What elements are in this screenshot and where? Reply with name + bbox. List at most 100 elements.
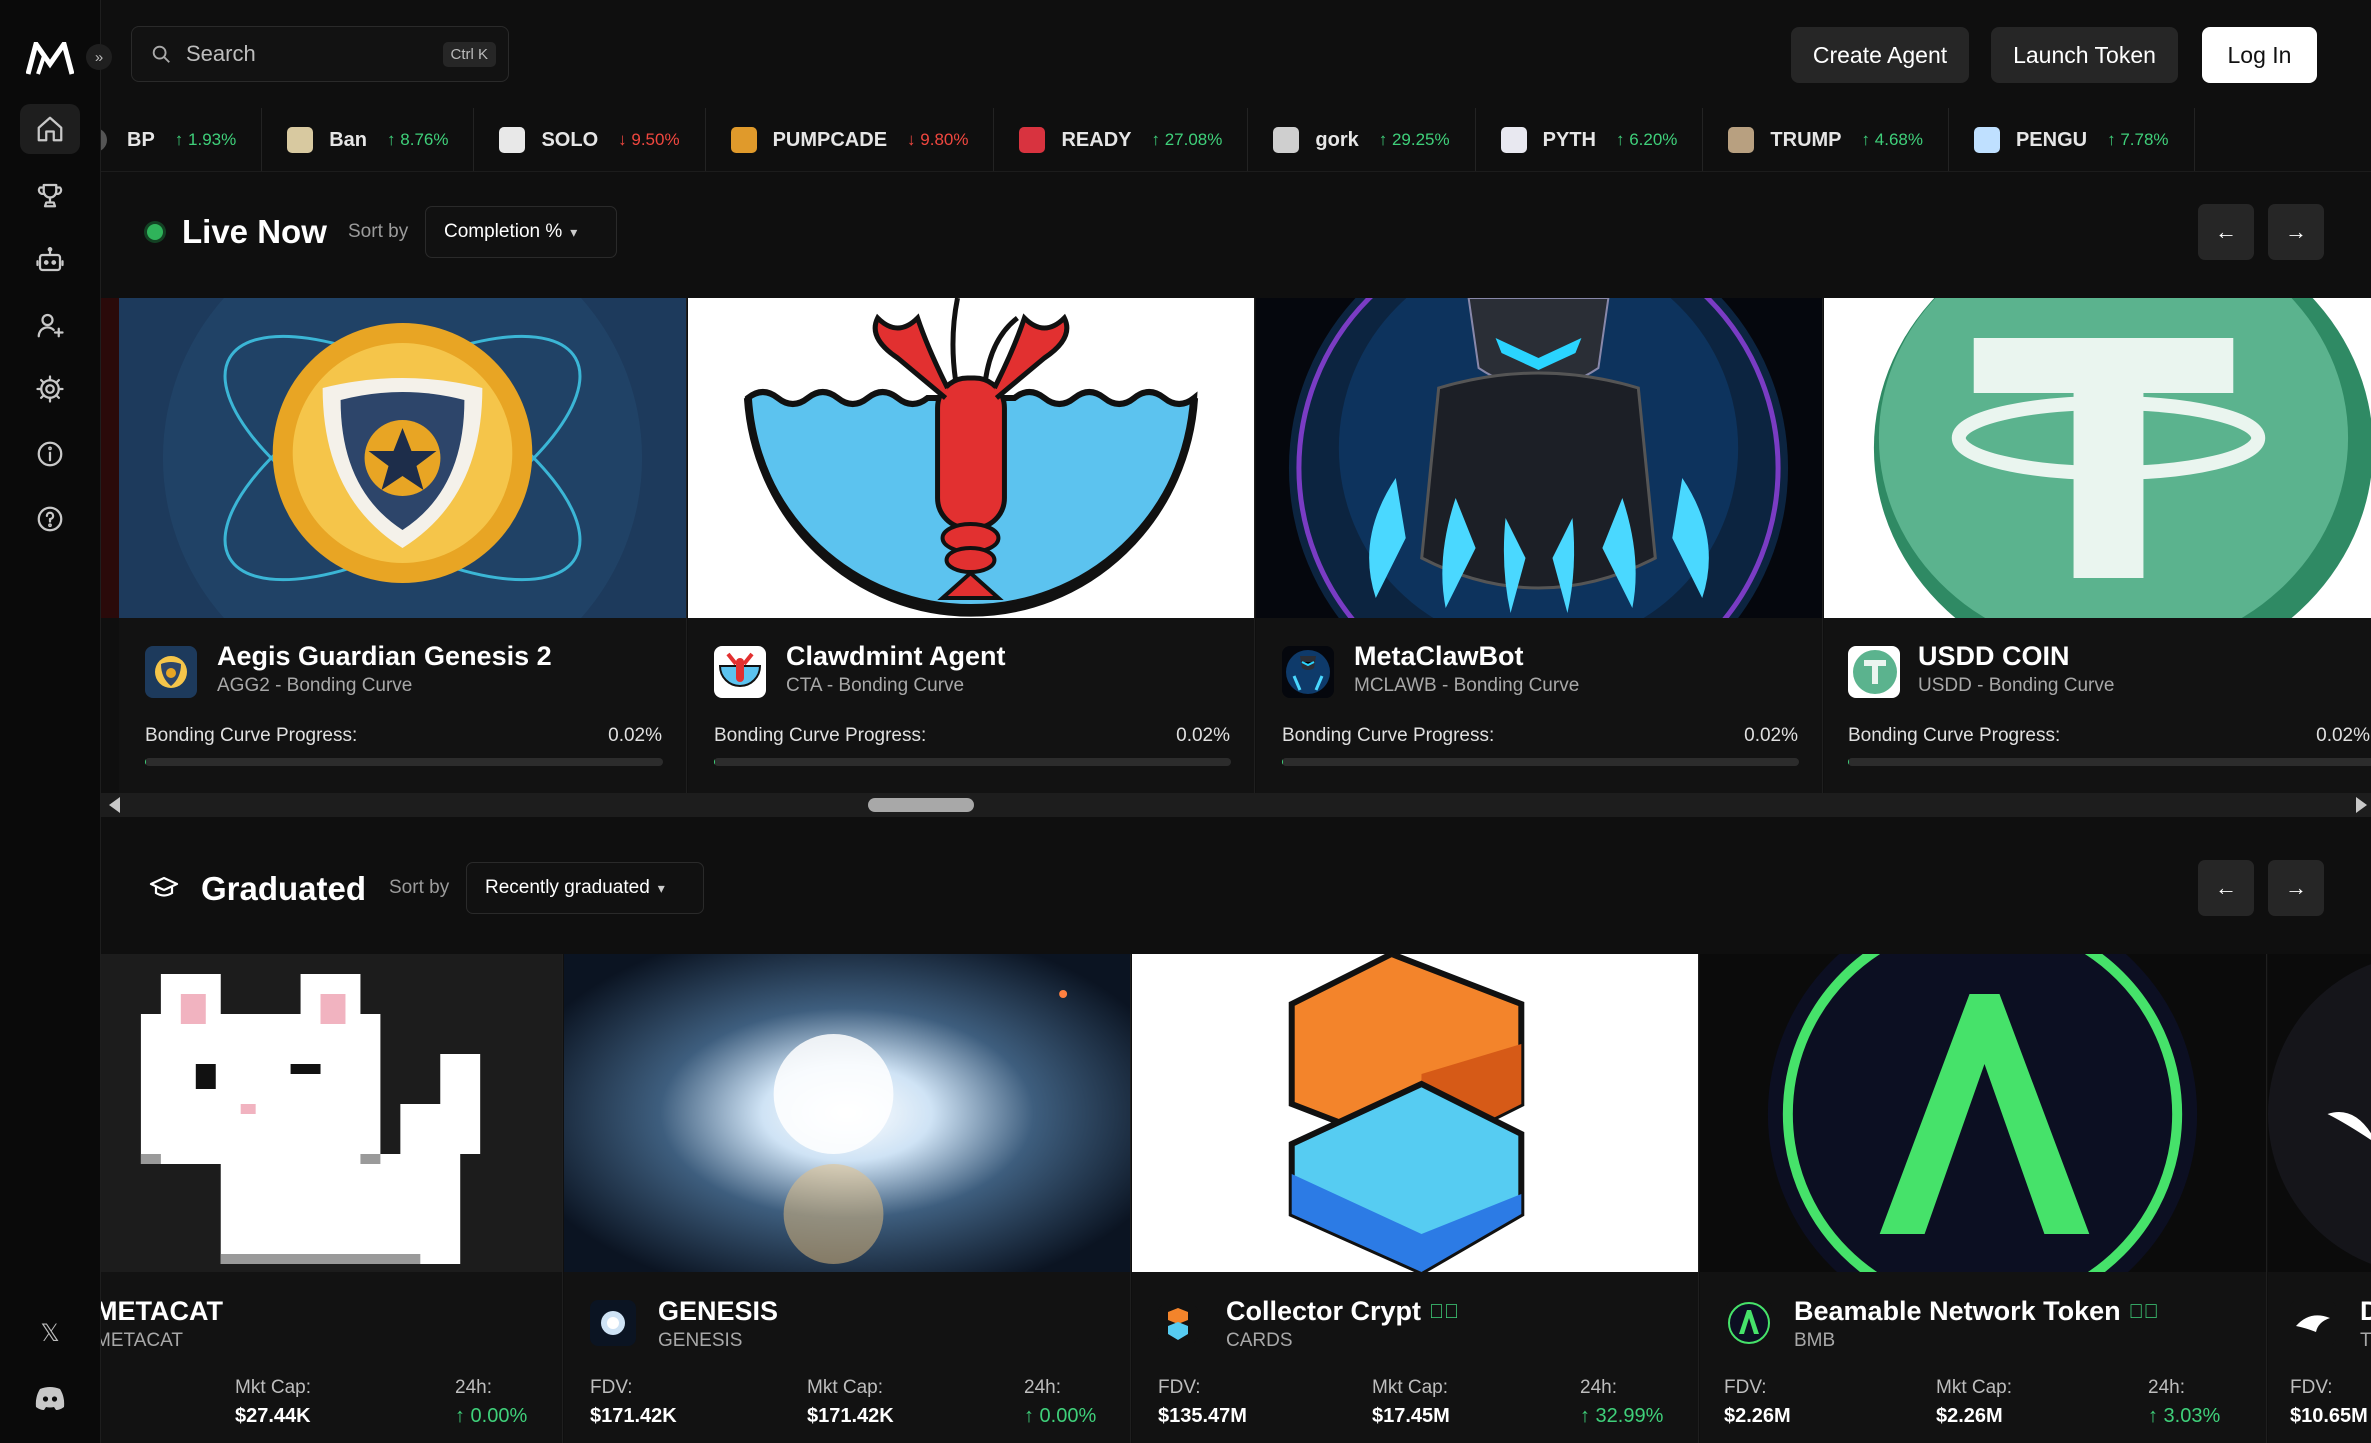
ticker-item[interactable]: BP ↑ 1.93%	[127, 108, 263, 171]
ticker-item[interactable]: gork ↑ 29.25%	[1248, 108, 1476, 171]
live-cards-carousel: Aegis Guardian Genesis 2 AGG2 - Bonding …	[101, 298, 2371, 793]
fdv-value: $135.47M	[1158, 1405, 1247, 1427]
arrow-left-icon: ←	[2215, 219, 2237, 244]
login-button[interactable]: Log In	[2202, 27, 2317, 83]
launch-token-button[interactable]: Launch Token	[1991, 27, 2178, 83]
user-add-icon	[37, 313, 64, 338]
nav-profile[interactable]	[20, 300, 80, 350]
token-name: GENESIS	[658, 1296, 779, 1326]
graduated-next-button[interactable]: →	[2268, 860, 2324, 916]
logo-icon[interactable]	[26, 42, 74, 76]
ticker-change-value: 29.25%	[1391, 130, 1450, 149]
token-subtitle: CTA - Bonding Curve	[786, 675, 965, 696]
scroll-right-arrow-icon[interactable]	[2356, 797, 2367, 813]
token-name: METACAT	[101, 1296, 223, 1326]
nav-settings[interactable]	[20, 364, 80, 414]
sort-by-label: Sort by	[389, 877, 450, 898]
progress-value: 0.02%	[608, 725, 662, 746]
sort-select-value: Completion %	[444, 221, 563, 242]
token-subtitle: CARDS	[1226, 1330, 1293, 1351]
token-image	[688, 298, 1254, 618]
live-next-button[interactable]: →	[2268, 204, 2324, 260]
nav-leaderboard[interactable]	[20, 170, 80, 220]
token-icon	[145, 646, 197, 698]
arrow-up-icon: ↑	[1615, 130, 1630, 149]
arrow-up-icon: ↑	[2107, 130, 2121, 149]
ticker-change: ↑ 8.76%	[387, 130, 448, 150]
token-image	[2268, 954, 2371, 1272]
nav-home[interactable]	[20, 104, 80, 154]
progress-label: Bonding Curve Progress:	[1282, 725, 1495, 746]
ticker-item[interactable]: PYTH ↑ 6.20%	[1476, 108, 1704, 171]
nav-agents[interactable]	[20, 235, 80, 285]
horizontal-scrollbar[interactable]	[101, 793, 2371, 817]
nav-info[interactable]	[20, 429, 80, 479]
token-icon	[714, 646, 766, 698]
search-input[interactable]: Search	[186, 41, 256, 67]
discord-icon[interactable]	[30, 1378, 70, 1418]
change-24h-label: 24h:	[1580, 1377, 1617, 1398]
graduation-cap-icon	[149, 876, 179, 897]
token-subtitle: MCLAWB - Bonding Curve	[1354, 675, 1580, 696]
arrow-up-icon: ↑	[1151, 130, 1165, 149]
arrow-down-icon: ↓	[907, 130, 921, 149]
token-icon	[1728, 127, 1755, 153]
arrow-up-icon: ↑	[1861, 130, 1875, 149]
arrow-up-icon: ↑	[387, 130, 401, 149]
sort-select[interactable]: Completion % ▾	[425, 206, 617, 258]
ticker-item[interactable]: READY ↑ 27.08%	[994, 108, 1249, 171]
section-title: Live Now	[182, 213, 327, 250]
fdv-value: $171.42K	[590, 1405, 677, 1427]
change-24h-label: 24h:	[455, 1377, 492, 1398]
mktcap-value: $27.44K	[235, 1405, 311, 1427]
token-name: USDD COIN	[1918, 641, 2070, 671]
live-card[interactable]: USDD COIN USDD - Bonding Curve Bonding C…	[1824, 298, 2371, 793]
fdv-label: FDV:	[2290, 1377, 2333, 1398]
ticker-change-value: 6.20%	[1629, 130, 1678, 149]
sort-select[interactable]: Recently graduated ▾	[466, 862, 704, 914]
token-name: Collector Crypt ✓⃝	[1226, 1296, 1459, 1327]
ticker-item[interactable]: SOLO ↓ 9.50%	[474, 108, 706, 171]
change-24h-value: ↑ 0.00%	[1024, 1405, 1097, 1427]
ticker-change: ↑ 1.93%	[175, 130, 236, 150]
live-card[interactable]: Aegis Guardian Genesis 2 AGG2 - Bonding …	[119, 298, 687, 793]
chevron-down-icon: ▾	[570, 223, 578, 240]
ticker-item[interactable]: PENGU ↑ 7.78%	[1949, 108, 2195, 171]
ticker-item[interactable]: PUMPCADE ↓ 9.80%	[706, 108, 995, 171]
robot-icon	[36, 247, 64, 272]
token-image	[1132, 954, 1698, 1272]
graduated-card[interactable]: D T FDV: $10.65M	[2268, 954, 2371, 1443]
live-card[interactable]: Clawdmint Agent CTA - Bonding Curve Bond…	[688, 298, 1255, 793]
graduated-card[interactable]: GENESIS GENESIS FDV: $171.42K Mkt Cap: $…	[564, 954, 1131, 1443]
x-twitter-icon[interactable]: 𝕏	[30, 1313, 70, 1353]
graduated-card[interactable]: Beamable Network Token ✓⃝ BMB FDV: $2.26M…	[1700, 954, 2267, 1443]
price-ticker: BP ↑ 1.93% Ban ↑ 8.76% SOLO ↓ 9.50% PUMPCADE ↓ …	[101, 108, 2371, 172]
mktcap-label: Mkt Cap:	[235, 1377, 312, 1398]
token-icon	[730, 127, 757, 153]
progress-bar	[714, 758, 1231, 766]
top-bar: Search Ctrl K Create Agent Launch Token …	[101, 0, 2371, 108]
ticker-item[interactable]: Ban ↑ 8.76%	[262, 108, 475, 171]
ticker-item[interactable]: TRUMP ↑ 4.68%	[1703, 108, 1949, 171]
token-name: MetaClawBot	[1354, 641, 1524, 671]
scroll-left-arrow-icon[interactable]	[109, 797, 120, 813]
live-card[interactable]: MetaClawBot MCLAWB - Bonding Curve Bondi…	[1256, 298, 1823, 793]
token-subtitle: USDD - Bonding Curve	[1918, 675, 2115, 696]
graduated-card[interactable]: METACAT METACAT Mkt Cap: $27.44K 24h: ↑ …	[101, 954, 563, 1443]
ticker-symbol: TRUMP	[1770, 128, 1842, 151]
mktcap-value: $171.42K	[807, 1405, 894, 1427]
scrollbar-thumb[interactable]	[868, 798, 974, 812]
progress-value: 0.02%	[2316, 725, 2370, 746]
sort-select-value: Recently graduated	[485, 877, 650, 898]
graduated-prev-button[interactable]: ←	[2198, 860, 2254, 916]
search-box[interactable]: Search Ctrl K	[131, 26, 509, 82]
create-agent-button[interactable]: Create Agent	[1791, 27, 1969, 83]
progress-label: Bonding Curve Progress:	[1848, 725, 2061, 746]
nav-help[interactable]	[20, 494, 80, 544]
live-indicator-icon	[147, 224, 163, 240]
live-prev-button[interactable]: ←	[2198, 204, 2254, 260]
arrow-right-icon: →	[2285, 875, 2307, 900]
graduated-card[interactable]: Collector Crypt ✓⃝ CARDS FDV: $135.47M Mk…	[1132, 954, 1699, 1443]
token-image	[119, 298, 686, 618]
expand-sidebar-button[interactable]: »	[86, 44, 112, 70]
